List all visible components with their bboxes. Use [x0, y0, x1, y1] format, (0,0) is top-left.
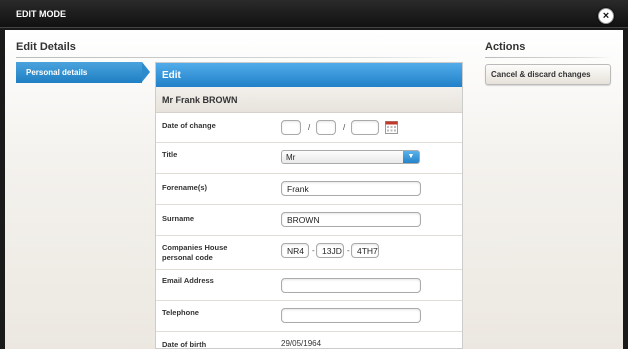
- email-label: Email Address: [162, 276, 214, 285]
- telephone-label: Telephone: [162, 308, 199, 317]
- forenames-input[interactable]: Frank: [281, 181, 421, 196]
- row-ch-code: Companies House personal code NR4 - 13JD…: [156, 236, 462, 270]
- ch-code-label-line1: Companies House: [162, 243, 228, 252]
- nav-item-personal-details[interactable]: Personal details: [16, 62, 150, 83]
- close-icon[interactable]: ×: [598, 8, 614, 24]
- title-select-value: Mr: [286, 153, 296, 162]
- telephone-input[interactable]: [281, 308, 421, 323]
- day-input[interactable]: [281, 120, 301, 135]
- calendar-icon[interactable]: [385, 120, 398, 134]
- window-title: EDIT MODE: [16, 9, 67, 19]
- content-area: Edit Details Personal details Edit Mr Fr…: [5, 30, 623, 349]
- cancel-discard-button[interactable]: Cancel & discard changes: [485, 64, 611, 85]
- person-name: Mr Frank BROWN: [156, 87, 462, 113]
- month-input[interactable]: [316, 120, 336, 135]
- email-input[interactable]: [281, 278, 421, 293]
- title-label: Title: [162, 150, 178, 159]
- row-surname: Surname BROWN: [156, 205, 462, 236]
- code-separator: -: [312, 246, 315, 255]
- ch-code-label-line2: personal code: [162, 253, 213, 262]
- surname-input[interactable]: BROWN: [281, 212, 421, 227]
- ch-code-part1[interactable]: NR4: [281, 243, 309, 258]
- row-date-of-change: Date of change / /: [156, 113, 462, 143]
- divider: [485, 57, 612, 58]
- year-input[interactable]: [351, 120, 379, 135]
- ch-code-part2[interactable]: 13JD: [316, 243, 344, 258]
- date-separator: /: [343, 123, 346, 132]
- title-select[interactable]: Mr ▼: [281, 150, 420, 164]
- surname-label: Surname: [162, 214, 195, 223]
- panel-header: Edit: [156, 63, 462, 87]
- edit-panel: Edit Mr Frank BROWN Date of change / / T…: [155, 62, 463, 349]
- dob-value: 29/05/1964: [281, 339, 322, 348]
- row-email: Email Address: [156, 270, 462, 301]
- chevron-down-icon[interactable]: ▼: [403, 151, 419, 163]
- actions-heading: Actions: [485, 41, 526, 53]
- dob-label: Date of birth: [162, 340, 207, 349]
- date-separator: /: [308, 123, 311, 132]
- code-separator: -: [347, 246, 350, 255]
- row-title: Title Mr ▼: [156, 143, 462, 174]
- divider: [16, 57, 462, 58]
- row-dob: Date of birth 29/05/1964: [156, 332, 462, 349]
- title-bar: EDIT MODE ×: [0, 0, 628, 28]
- forenames-label: Forename(s): [162, 183, 208, 192]
- row-forenames: Forename(s) Frank: [156, 174, 462, 205]
- row-telephone: Telephone: [156, 301, 462, 332]
- date-of-change-label: Date of change: [162, 121, 216, 130]
- ch-code-part3[interactable]: 4TH7: [351, 243, 379, 258]
- edit-details-heading: Edit Details: [16, 41, 76, 53]
